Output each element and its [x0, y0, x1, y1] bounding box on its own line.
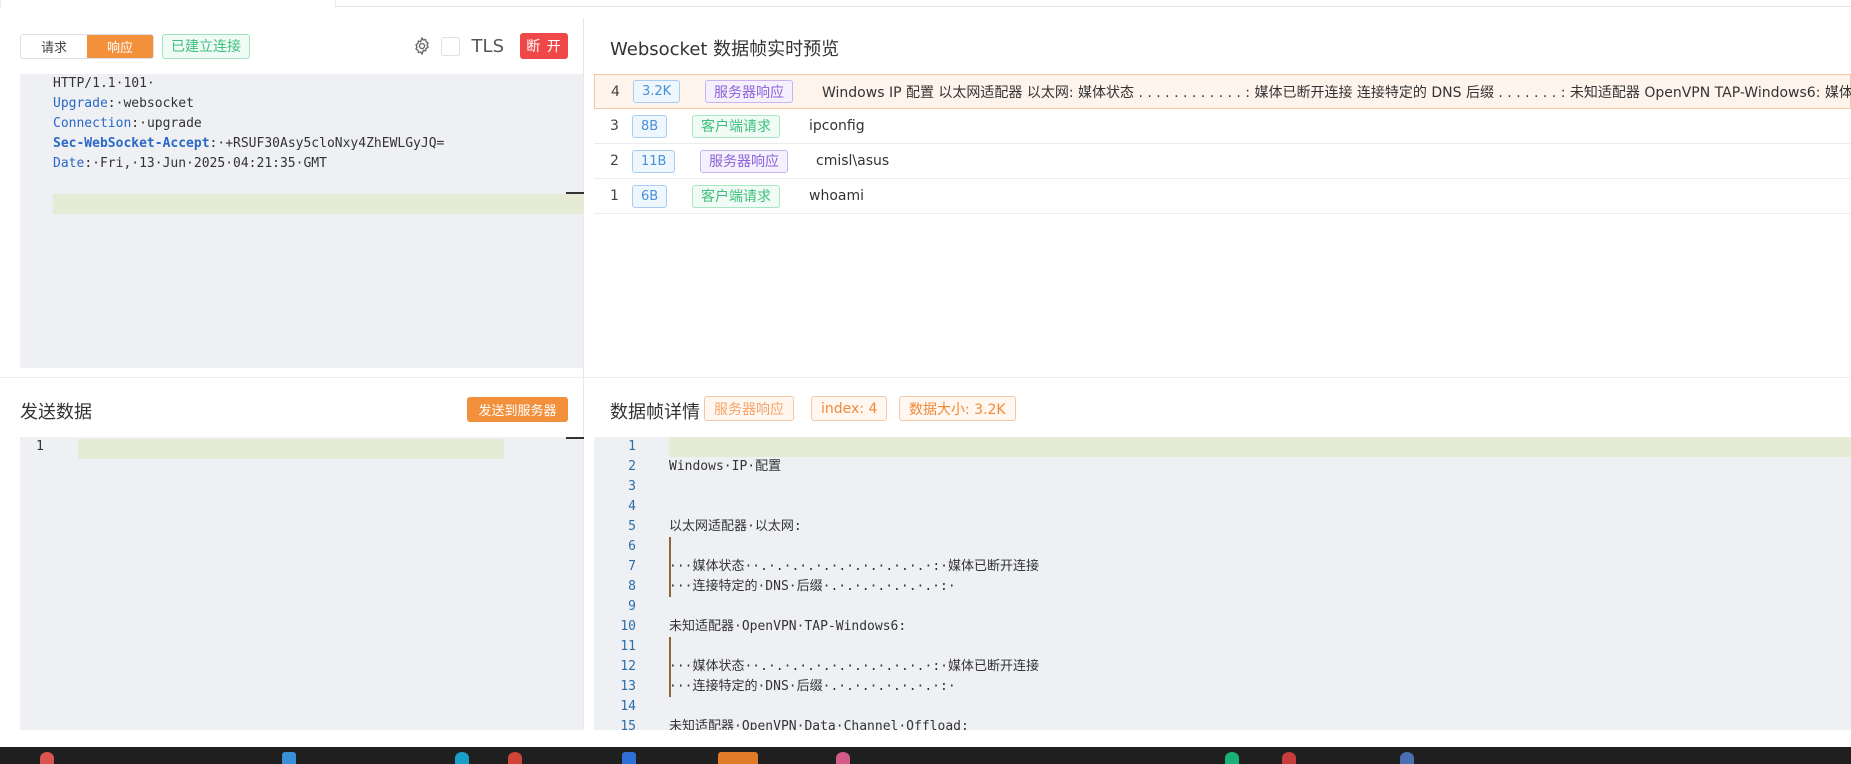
active-app-icon[interactable] [718, 752, 758, 764]
request-response-switch: 请求 响应 [20, 33, 154, 59]
line-number: 1 [628, 439, 636, 454]
toolbar-right: TLS 断 开 [411, 33, 568, 59]
detail-index-tag: index: 4 [811, 396, 888, 421]
header-line: Connection:·upgrade [53, 116, 202, 131]
gear-icon[interactable] [411, 35, 433, 57]
app-icon[interactable] [836, 752, 850, 764]
app-icon[interactable] [455, 752, 469, 764]
frames-list: 4 3.2K 服务器响应 Windows IP 配置 以太网适配器 以太网: 媒… [594, 74, 1851, 214]
connection-toolbar: 请求 响应 已建立连接 TLS 断 开 [20, 26, 568, 66]
response-headers-editor[interactable]: HTTP/1.1·101· Upgrade:·websocket Connect… [20, 74, 583, 368]
app-icon[interactable] [1225, 752, 1239, 764]
line-number: 6 [628, 539, 636, 554]
line-number: 4 [628, 499, 636, 514]
frame-index: 3 [610, 118, 619, 134]
active-line-highlight [669, 437, 1851, 457]
frame-content: whoami [809, 188, 864, 204]
frame-size-tag: 3.2K [633, 80, 681, 103]
header-line: HTTP/1.1·101· [53, 76, 155, 91]
os-taskbar [0, 747, 1851, 764]
header-line: Sec-WebSocket-Accept:·+RSUF30Asy5cloNxy4… [53, 136, 445, 151]
frame-size-tag: 8B [632, 114, 668, 138]
frame-direction-tag: 服务器响应 [700, 149, 788, 173]
active-line-highlight [78, 439, 504, 459]
disconnect-button[interactable]: 断 开 [520, 33, 568, 59]
left-section-divider [0, 377, 583, 378]
line-number: 5 [628, 519, 636, 534]
detail-line: 未知适配器·OpenVPN·Data·Channel·Offload: [669, 719, 969, 730]
frame-index: 1 [610, 188, 619, 204]
frame-content: Windows IP 配置 以太网适配器 以太网: 媒体状态 . . . . .… [822, 84, 1851, 101]
app-icon[interactable] [622, 752, 636, 764]
scroll-marker [566, 192, 584, 194]
line-number: 3 [628, 479, 636, 494]
app-icon[interactable] [282, 752, 296, 764]
connection-status-badge: 已建立连接 [162, 33, 250, 59]
active-line-highlight [53, 194, 583, 214]
tls-checkbox[interactable] [440, 36, 460, 56]
detail-line: Windows·IP·配置 [669, 459, 782, 474]
frame-direction-tag: 客户端请求 [692, 114, 780, 138]
frame-row[interactable]: 1 6B 客户端请求 whoami [594, 179, 1851, 214]
frame-direction-tag: 客户端请求 [692, 184, 780, 208]
app-icon[interactable] [508, 752, 522, 764]
app-icon[interactable] [1282, 752, 1296, 764]
frame-direction-tag: 服务器响应 [705, 80, 793, 103]
frame-size-tag: 11B [632, 149, 676, 173]
line-number: 2 [628, 459, 636, 474]
detail-line: ···连接特定的·DNS·后缀·.·.·.·.·.·.·.·:· [669, 679, 956, 694]
frames-preview-title: Websocket 数据帧实时预览 [610, 39, 840, 60]
frame-row[interactable]: 3 8B 客户端请求 ipconfig [594, 109, 1851, 144]
header-line: Date:·Fri,·13·Jun·2025·04:21:35·GMT [53, 156, 327, 171]
header-line: Upgrade:·websocket [53, 96, 194, 111]
frame-content: cmisl\asus [816, 153, 890, 169]
top-tab-strip [0, 0, 1851, 8]
detail-line: ···连接特定的·DNS·后缀·.·.·.·.·.·.·.·:· [669, 579, 956, 594]
line-number: 14 [620, 699, 636, 714]
active-tab[interactable] [0, 0, 336, 8]
panel-divider[interactable] [583, 18, 584, 730]
frame-row[interactable]: 4 3.2K 服务器响应 Windows IP 配置 以太网适配器 以太网: 媒… [594, 74, 1851, 109]
detail-line: ···媒体状态··.·.·.·.·.·.·.·.·.·.·.·:·媒体已断开连接 [669, 659, 1039, 674]
detail-line: ···媒体状态··.·.·.·.·.·.·.·.·.·.·.·:·媒体已断开连接 [669, 559, 1039, 574]
right-section-divider [584, 377, 1851, 378]
line-number: 15 [620, 719, 636, 730]
app-icon[interactable] [40, 752, 54, 764]
line-number: 11 [620, 639, 636, 654]
frame-row[interactable]: 2 11B 服务器响应 cmisl\asus [594, 144, 1851, 179]
frame-index: 2 [610, 153, 619, 169]
frame-content: ipconfig [809, 118, 865, 134]
line-number: 7 [628, 559, 636, 574]
line-number: 1 [36, 439, 44, 454]
line-number: 9 [628, 599, 636, 614]
tab-response[interactable]: 响应 [87, 34, 153, 58]
tls-label: TLS [471, 35, 504, 57]
detail-direction-tag: 服务器响应 [704, 396, 794, 421]
line-number: 8 [628, 579, 636, 594]
frame-detail-editor[interactable]: 1 2 Windows·IP·配置 3 4 5 以太网适配器·以太网: 6 7 … [594, 437, 1851, 730]
send-to-server-button[interactable]: 发送到服务器 [467, 397, 568, 422]
frame-detail-title: 数据帧详情 [610, 402, 700, 423]
line-number: 12 [620, 659, 636, 674]
tab-request[interactable]: 请求 [21, 34, 87, 58]
detail-size-tag: 数据大小: 3.2K [899, 396, 1016, 421]
scroll-marker [566, 437, 584, 439]
frame-index: 4 [611, 83, 620, 100]
line-number: 10 [620, 619, 636, 634]
app-icon[interactable] [1400, 752, 1414, 764]
detail-line: 未知适配器·OpenVPN·TAP-Windows6: [669, 619, 907, 634]
line-number: 13 [620, 679, 636, 694]
send-data-editor[interactable]: 1 [20, 437, 583, 730]
frame-size-tag: 6B [632, 184, 668, 208]
send-data-title: 发送数据 [20, 402, 92, 423]
detail-line: 以太网适配器·以太网: [669, 519, 802, 534]
